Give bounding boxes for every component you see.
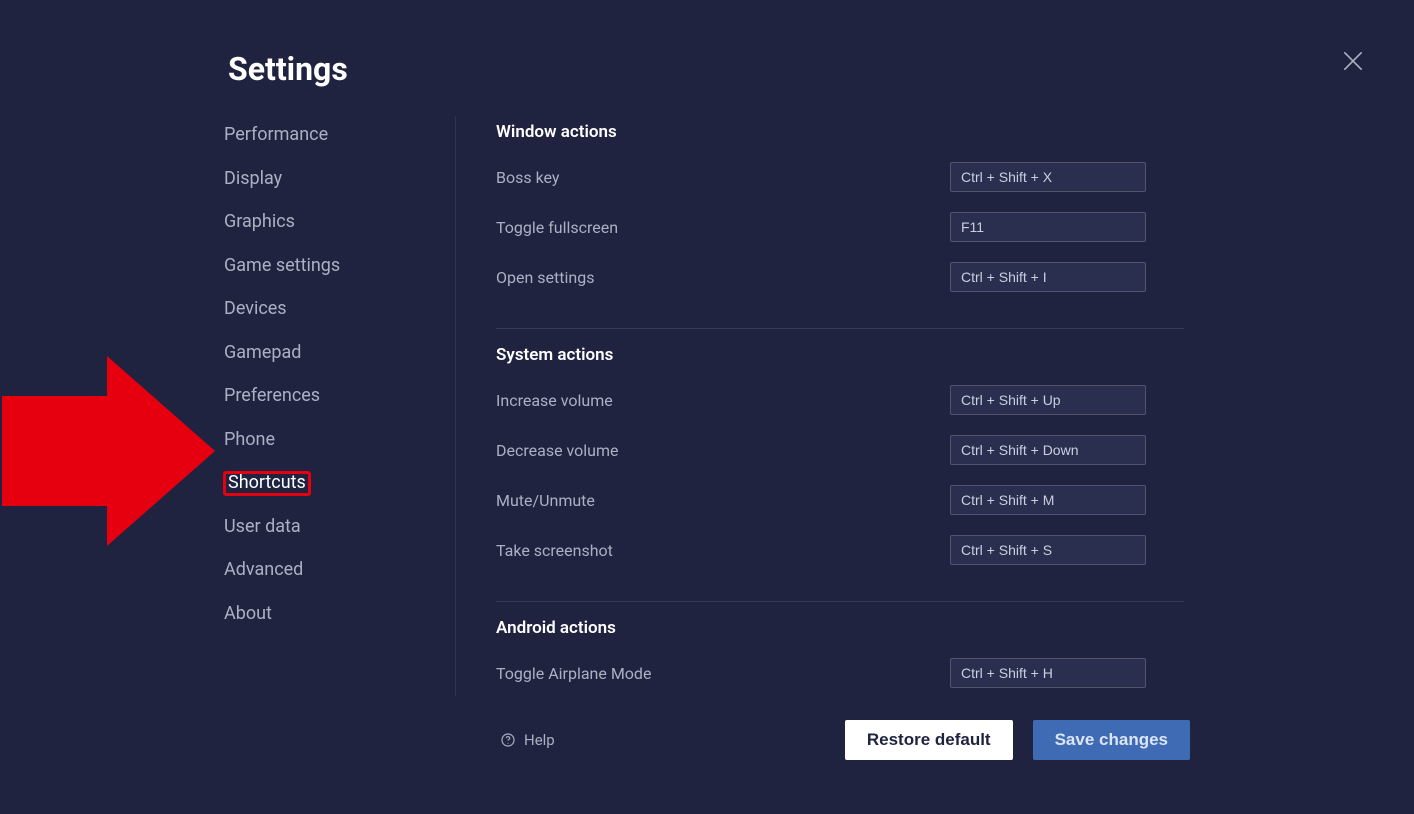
sidebar-item-phone[interactable]: Phone	[224, 421, 443, 460]
shortcut-row: Increase volume	[496, 385, 1146, 415]
shortcut-row: Boss key	[496, 162, 1146, 192]
shortcut-input[interactable]	[950, 212, 1146, 242]
shortcut-input[interactable]	[950, 385, 1146, 415]
close-icon	[1340, 48, 1366, 74]
shortcut-label: Take screenshot	[496, 541, 613, 560]
instruction-arrow-icon	[2, 356, 222, 546]
section-title: Window actions	[496, 116, 1184, 142]
sidebar-item-shortcuts[interactable]: Shortcuts	[224, 464, 443, 503]
sidebar-item-about[interactable]: About	[224, 595, 443, 634]
shortcut-label: Toggle Airplane Mode	[496, 664, 651, 683]
section-window-actions: Window actions Boss key Toggle fullscreen O…	[496, 116, 1184, 329]
sidebar-item-label: Shortcuts	[224, 472, 310, 495]
save-changes-button[interactable]: Save changes	[1033, 720, 1190, 760]
shortcut-row: Take screenshot	[496, 535, 1146, 565]
shortcut-input[interactable]	[950, 262, 1146, 292]
sidebar-item-game-settings[interactable]: Game settings	[224, 247, 443, 286]
shortcut-label: Open settings	[496, 268, 594, 287]
sidebar-item-display[interactable]: Display	[224, 160, 443, 199]
close-button[interactable]	[1340, 48, 1366, 74]
help-link[interactable]: Help	[500, 731, 555, 749]
sidebar-item-gamepad[interactable]: Gamepad	[224, 334, 443, 373]
shortcut-label: Decrease volume	[496, 441, 619, 460]
shortcut-input[interactable]	[950, 162, 1146, 192]
sidebar-item-preferences[interactable]: Preferences	[224, 377, 443, 416]
shortcut-row: Open settings	[496, 262, 1146, 292]
sidebar-item-user-data[interactable]: User data	[224, 508, 443, 547]
shortcut-label: Increase volume	[496, 391, 613, 410]
sidebar-item-performance[interactable]: Performance	[224, 116, 443, 155]
shortcut-row: Toggle fullscreen	[496, 212, 1146, 242]
shortcut-input[interactable]	[950, 658, 1146, 688]
section-system-actions: System actions Increase volume Decrease vo…	[496, 339, 1184, 602]
settings-sidebar: Performance Display Graphics Game settings D…	[224, 116, 456, 696]
section-title: System actions	[496, 339, 1184, 365]
shortcut-row: Toggle Airplane Mode	[496, 658, 1146, 688]
restore-default-button[interactable]: Restore default	[845, 720, 1013, 760]
page-title: Settings	[228, 50, 348, 88]
help-icon	[500, 732, 516, 748]
shortcut-label: Boss key	[496, 168, 559, 187]
section-title: Android actions	[496, 612, 1184, 638]
shortcut-row: Mute/Unmute	[496, 485, 1146, 515]
settings-content: Window actions Boss key Toggle fullscreen O…	[456, 116, 1184, 696]
sidebar-item-graphics[interactable]: Graphics	[224, 203, 443, 242]
shortcut-label: Mute/Unmute	[496, 491, 595, 510]
shortcut-input[interactable]	[950, 535, 1146, 565]
shortcut-label: Toggle fullscreen	[496, 218, 618, 237]
shortcut-input[interactable]	[950, 485, 1146, 515]
section-android-actions: Android actionsToggle Airplane ModeHome	[496, 612, 1184, 696]
sidebar-item-advanced[interactable]: Advanced	[224, 551, 443, 590]
shortcut-input[interactable]	[950, 435, 1146, 465]
help-label: Help	[524, 731, 555, 749]
shortcut-row: Decrease volume	[496, 435, 1146, 465]
sidebar-item-devices[interactable]: Devices	[224, 290, 443, 329]
